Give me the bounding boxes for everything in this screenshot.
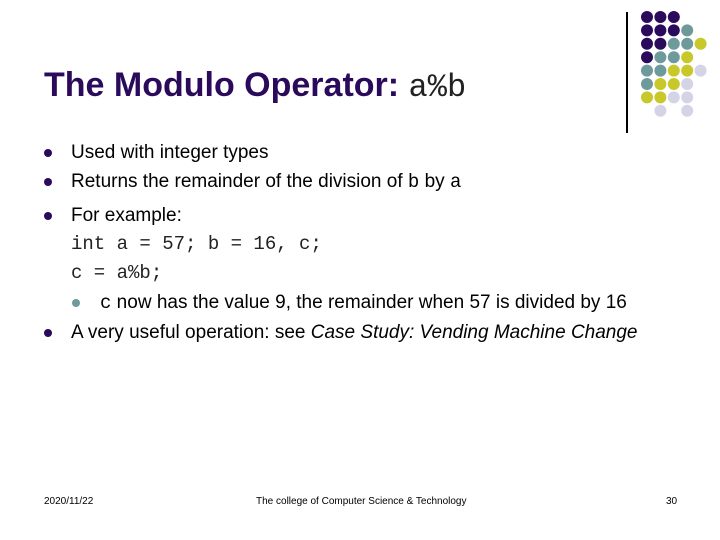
bullet-dot-icon [44,149,52,157]
bullet-dot-icon [44,178,52,186]
decorative-dot [667,51,680,64]
inline-code: a [449,171,462,193]
decorative-dot [654,24,667,37]
case-study-reference: Case Study: Vending Machine Change [310,322,638,343]
bullet-item: For example: [44,203,694,228]
bullet-item: Used with integer types [44,140,694,165]
sub-bullet-dot-icon [72,299,80,307]
bullet-text: A very useful operation: see [71,322,311,343]
decorative-dot [667,91,680,104]
inline-code: b [407,171,420,193]
title-code: a%b [408,69,467,106]
decorative-dot [667,24,680,37]
title-text: The Modulo Operator: [44,66,409,104]
decorative-dot [667,11,680,23]
sub-bullet-item: c now has the value 9, the remainder whe… [44,290,694,316]
footer-date: 2020/11/22 [44,496,94,507]
footer-institution: The college of Computer Science & Techno… [256,496,467,507]
bullet-dot-icon [44,212,52,220]
decorative-dot [681,24,694,37]
bullet-item: A very useful operation: see Case Study:… [44,320,694,345]
bullet-text: by [419,171,450,192]
decorative-dot [667,37,680,50]
inline-code: c [100,292,112,314]
decorative-dot [654,104,667,117]
bullet-dot-icon [44,329,52,337]
decorative-dot [681,37,694,50]
decorative-dot [641,37,653,50]
decorative-dot [667,64,680,77]
decorative-dot [654,51,667,64]
decorative-dot [654,37,667,50]
code-line: int a = 57; b = 16, c; [71,233,322,255]
decorative-dot [641,51,653,64]
footer-page-number: 30 [666,496,678,507]
bullet-text: For example: [71,205,182,226]
bullet-text: Used with integer types [71,142,269,163]
decorative-dot [694,64,707,77]
decorative-dot [681,51,694,64]
decorative-dot [654,11,667,23]
slide-title: The Modulo Operator: a%b [44,66,466,106]
decorative-dot [641,64,653,77]
decorative-dot [681,104,694,117]
decorative-dot [694,37,707,50]
decorative-dot [654,78,667,90]
decorative-dot [667,78,680,90]
slide-body: Used with integer types Returns the rema… [44,140,694,345]
decorative-dot [641,78,653,90]
decorative-dot [681,91,694,104]
decorative-dot [641,11,653,23]
code-line: c = a%b; [71,262,163,284]
bullet-text: Returns the remainder of the division of [71,171,408,192]
decorative-dot [641,91,653,104]
decorative-dot [681,64,694,77]
bullet-item: Returns the remainder of the division of… [44,169,694,195]
decorative-dot [654,64,667,77]
decorative-dot [681,78,694,90]
decorative-dot [641,24,653,37]
decorative-dot [654,91,667,104]
sub-bullet-text: now has the value 9, the remainder when … [111,292,627,313]
